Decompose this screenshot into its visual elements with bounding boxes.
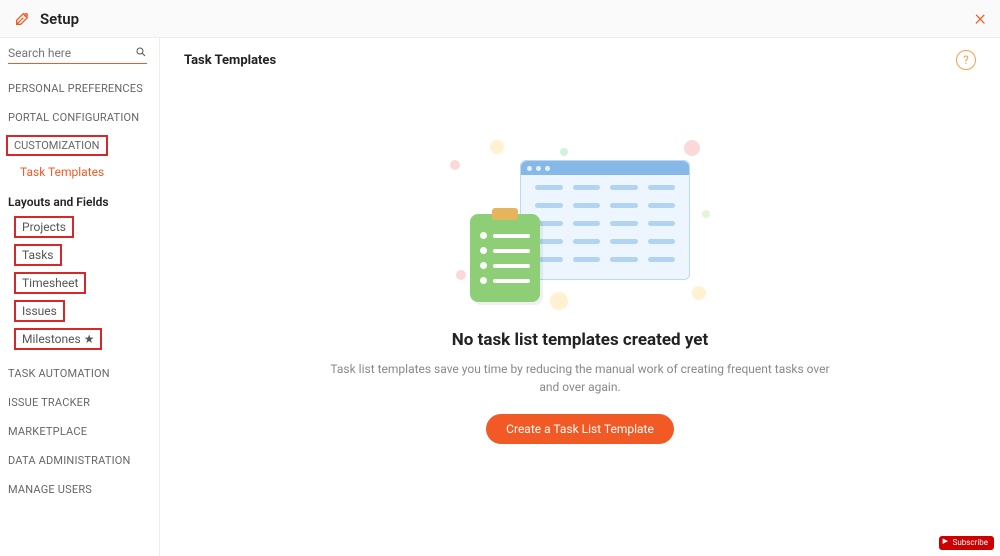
help-icon[interactable]: ? [956, 50, 976, 70]
sidebar-group-layouts-fields: Layouts and Fields [0, 185, 159, 213]
clipboard-graphic [470, 214, 540, 302]
close-icon[interactable]: × [974, 8, 986, 30]
setup-title: Setup [40, 10, 79, 28]
main-header: Task Templates ? [184, 50, 976, 70]
empty-state: No task list templates created yet Task … [184, 140, 976, 444]
sidebar-item-label: Milestones [22, 332, 81, 346]
sidebar-item-issues[interactable]: Issues [14, 300, 65, 322]
subscribe-badge[interactable]: Subscribe [939, 536, 994, 550]
star-icon: ★ [84, 332, 95, 346]
sidebar-section-customization[interactable]: CUSTOMIZATION [6, 135, 108, 156]
empty-heading: No task list templates created yet [452, 330, 708, 350]
main-panel: Task Templates ? [160, 38, 1000, 556]
sidebar-section-task-automation[interactable]: TASK AUTOMATION [0, 359, 159, 388]
empty-description: Task list templates save you time by red… [320, 360, 840, 396]
spreadsheet-graphic [520, 160, 690, 280]
sidebar-section-marketplace[interactable]: MARKETPLACE [0, 417, 159, 446]
sidebar-section-portal-configuration[interactable]: PORTAL CONFIGURATION [0, 103, 159, 132]
sidebar-section-data-administration[interactable]: DATA ADMINISTRATION [0, 446, 159, 475]
setup-icon [14, 11, 30, 27]
sidebar-item-projects[interactable]: Projects [14, 216, 74, 238]
search-wrap [8, 46, 147, 64]
create-template-button[interactable]: Create a Task List Template [486, 414, 674, 444]
search-input[interactable] [8, 46, 147, 60]
sidebar-item-tasks[interactable]: Tasks [14, 244, 62, 266]
search-icon[interactable] [135, 46, 147, 61]
sidebar-item-timesheet[interactable]: Timesheet [14, 272, 86, 294]
sidebar-section-personal-preferences[interactable]: PERSONAL PREFERENCES [0, 74, 159, 103]
sidebar-section-issue-tracker[interactable]: ISSUE TRACKER [0, 388, 159, 417]
sidebar-item-milestones[interactable]: Milestones ★ [14, 328, 102, 350]
page-title: Task Templates [184, 53, 276, 68]
empty-illustration [450, 140, 710, 310]
sidebar-item-task-templates[interactable]: Task Templates [0, 159, 159, 185]
sidebar: PERSONAL PREFERENCES PORTAL CONFIGURATIO… [0, 38, 160, 556]
sidebar-section-manage-users[interactable]: MANAGE USERS [0, 475, 159, 504]
setup-header: Setup × [0, 0, 1000, 38]
